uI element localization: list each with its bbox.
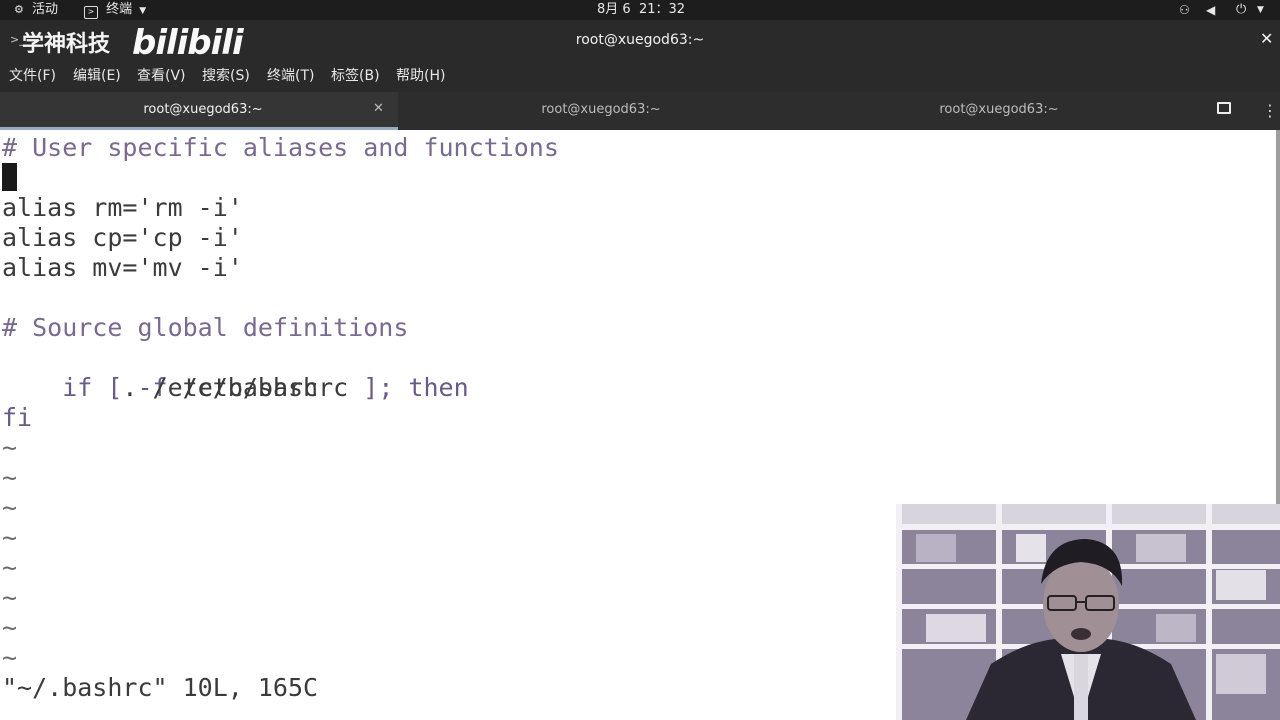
- network-icon[interactable]: ⚇: [1179, 1, 1190, 19]
- empty-line-marker: ~: [2, 433, 18, 462]
- editor-line: fi: [2, 403, 33, 432]
- power-menu-chevron-icon[interactable]: ▼: [1257, 1, 1264, 19]
- terminal-scrollbar[interactable]: [1276, 130, 1280, 504]
- editor-line: alias mv='mv -i': [2, 253, 243, 282]
- menu-view[interactable]: 查看(V): [137, 67, 186, 85]
- power-icon[interactable]: ⏻: [1236, 1, 1246, 19]
- presenter-video-frame: [896, 504, 1280, 720]
- app-menu-label: 终端: [106, 2, 133, 17]
- empty-line-marker: ~: [2, 523, 18, 552]
- menu-search[interactable]: 搜索(S): [202, 67, 250, 85]
- window-close-button[interactable]: ✕: [1260, 30, 1273, 48]
- menu-help[interactable]: 帮助(H): [396, 67, 445, 85]
- tab-bar: root@xuegod63:~ ✕ root@xuegod63:~ root@x…: [0, 92, 1280, 130]
- editor-line: # Source global definitions: [2, 313, 409, 342]
- tab-close-icon[interactable]: ✕: [373, 101, 384, 116]
- new-tab-icon[interactable]: [1217, 102, 1231, 114]
- menu-tabs[interactable]: 标签(B): [331, 67, 380, 85]
- tab-1[interactable]: root@xuegod63:~ ✕: [0, 92, 398, 130]
- presenter-webcam-overlay: [896, 504, 1280, 720]
- editor-line: if [ -f /etc/bashrc ]; then: [2, 343, 468, 402]
- terminal-app-icon: >: [84, 6, 98, 19]
- tab-label: root@xuegod63:~: [143, 102, 263, 117]
- app-menu-button[interactable]: > 终端 ▼: [84, 1, 146, 19]
- tab-menu-icon[interactable]: ⋮: [1262, 101, 1278, 120]
- empty-line-marker: ~: [2, 643, 18, 672]
- tab-label: root@xuegod63:~: [939, 102, 1059, 117]
- menu-edit[interactable]: 编辑(E): [73, 67, 121, 85]
- menu-bar: 文件(F) 编辑(E) 查看(V) 搜索(S) 终端(T) 标签(B) 帮助(H…: [0, 60, 1280, 92]
- window-title: root@xuegod63:~: [575, 32, 705, 48]
- volume-icon[interactable]: ◀: [1206, 1, 1215, 19]
- clock[interactable]: 8月 6 21：32: [597, 1, 685, 19]
- text-cursor: [2, 163, 17, 191]
- menu-file[interactable]: 文件(F): [9, 67, 56, 85]
- system-top-bar: ⚙ 活动 > 终端 ▼ 8月 6 21：32 ⚇ ◀ ⏻ ▼: [0, 0, 1280, 20]
- activities-label: 活动: [32, 2, 59, 17]
- editor-line: # User specific aliases and functions: [2, 133, 559, 162]
- editor-line: alias rm='rm -i': [2, 193, 243, 222]
- empty-line-marker: ~: [2, 613, 18, 642]
- tab-label: root@xuegod63:~: [541, 102, 661, 117]
- tab-3[interactable]: root@xuegod63:~: [796, 92, 1196, 130]
- vim-status-line: "~/.bashrc" 10L, 165C: [2, 673, 319, 702]
- editor-token: ]; then: [348, 373, 469, 402]
- editor-line: alias cp='cp -i': [2, 223, 243, 252]
- activities-button[interactable]: ⚙ 活动: [14, 1, 58, 19]
- menu-terminal[interactable]: 终端(T): [267, 67, 314, 85]
- chevron-down-icon: ▼: [139, 6, 147, 16]
- empty-line-marker: ~: [2, 583, 18, 612]
- empty-line-marker: ~: [2, 493, 18, 522]
- empty-line-marker: ~: [2, 553, 18, 582]
- tab-2[interactable]: root@xuegod63:~: [398, 92, 796, 130]
- empty-line-marker: ~: [2, 463, 18, 492]
- activities-icon: ⚙: [14, 3, 24, 16]
- editor-line: . /etc/bashrc: [2, 373, 319, 402]
- window-title-bar: >_ 学神科技 bilibili root@xuegod63:~ ✕: [0, 20, 1280, 62]
